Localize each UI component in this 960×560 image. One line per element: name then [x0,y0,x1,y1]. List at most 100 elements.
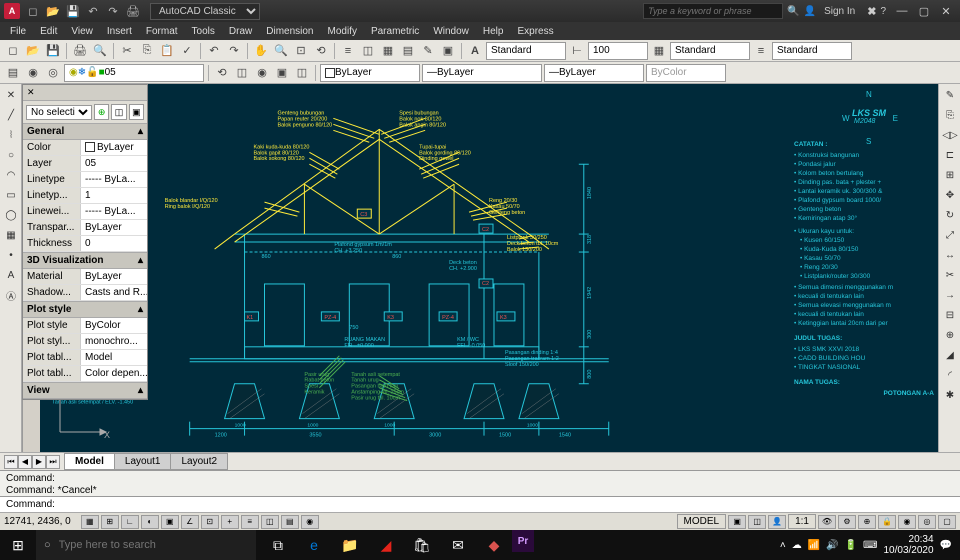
grid-toggle[interactable]: ⊞ [101,515,119,529]
text-icon[interactable]: A [2,266,20,284]
open-icon[interactable]: 📂 [24,42,42,60]
copy-obj-icon[interactable]: ⎘ [941,106,959,124]
search-icon[interactable]: 🔍 [787,6,799,17]
save-icon[interactable]: 💾 [44,42,62,60]
sign-in-link[interactable]: Sign In [824,6,855,17]
dim-select[interactable]: 100 [588,42,648,60]
line-icon[interactable]: ╱ [2,106,20,124]
paste-icon[interactable]: 📋 [158,42,176,60]
isolate-icon[interactable]: ◎ [918,515,936,529]
chamfer-icon[interactable]: ◢ [941,346,959,364]
menu-view[interactable]: View [65,24,99,39]
match-icon[interactable]: ✓ [178,42,196,60]
prop-layer-value[interactable]: 05 [81,156,147,171]
tab-layout1[interactable]: Layout1 [114,453,172,470]
task-view-icon[interactable]: ⧉ [260,530,296,560]
osnap-toggle[interactable]: ▣ [161,515,179,529]
cat-plot[interactable]: Plot style▴ [23,301,147,318]
layer-off-icon[interactable]: ◎ [44,64,62,82]
explode-icon[interactable]: ✱ [941,386,959,404]
tpy-toggle[interactable]: ◫ [261,515,279,529]
snap-toggle[interactable]: ▦ [81,515,99,529]
plot-icon[interactable]: 🖨 [71,42,89,60]
tray-clock[interactable]: 20:34 10/03/2020 [883,534,933,556]
start-button[interactable]: ⊞ [0,530,36,560]
rectangle-icon[interactable]: ▭ [2,186,20,204]
layer-iso-icon[interactable]: ◫ [233,64,251,82]
anno-auto-icon[interactable]: ⚙ [838,515,856,529]
menu-modify[interactable]: Modify [322,24,363,39]
prop-shadow-value[interactable]: Casts and R... [81,285,147,300]
status-btn-b[interactable]: ◫ [748,515,766,529]
select-objects-icon[interactable]: ◫ [111,104,126,120]
rotate-icon[interactable]: ↻ [941,206,959,224]
prop-material-value[interactable]: ByLayer [81,269,147,284]
table-icon[interactable]: ▦ [650,42,668,60]
print-icon[interactable]: 🖨 [124,2,142,20]
hatch-icon[interactable]: ▦ [2,226,20,244]
linetype-select[interactable]: — ByLayer [422,64,542,82]
new-icon[interactable]: ◻ [24,2,42,20]
prop-thick-value[interactable]: 0 [81,236,147,251]
tray-battery-icon[interactable]: 🔋 [845,540,857,551]
tray-cloud-icon[interactable]: ☁ [792,540,802,551]
sketchup-icon[interactable]: ◆ [476,530,512,560]
selection-select[interactable]: No selecti [26,105,92,120]
system-tray[interactable]: ˄ ☁ 📶 🔊 🔋 ⌨ 20:34 10/03/2020 💬 [772,534,960,556]
properties-icon[interactable]: ≡ [339,42,357,60]
mline-icon[interactable]: ≡ [752,42,770,60]
open-icon[interactable]: 📂 [44,2,62,20]
layer-state-icon[interactable]: ◉ [24,64,42,82]
new-icon[interactable]: ◻ [4,42,22,60]
hw-accel-icon[interactable]: ◉ [898,515,916,529]
status-scale[interactable]: 1:1 [788,514,816,529]
menu-help[interactable]: Help [477,24,510,39]
taskbar-search[interactable]: ○ [36,530,256,560]
mleader-select[interactable]: Standard [772,42,852,60]
mtext-icon[interactable]: Ⓐ [2,286,20,304]
block-icon[interactable]: ◫ [293,64,311,82]
toggle-pickadd-icon[interactable]: ▣ [129,104,144,120]
layer-mgr-icon[interactable]: ▤ [4,64,22,82]
minimize-icon[interactable]: — [892,3,912,19]
array-icon[interactable]: ⊞ [941,166,959,184]
view-compass[interactable]: N E S W LKS SM M2048 [842,90,898,146]
dc-icon[interactable]: ◫ [359,42,377,60]
close-icon[interactable]: ✕ [936,3,956,19]
lock-icon[interactable]: 🔒 [878,515,896,529]
plotstyle-select[interactable]: ByColor [646,64,726,82]
save-icon[interactable]: 💾 [64,2,82,20]
taskbar-search-input[interactable] [59,539,248,551]
text-icon[interactable]: A [466,42,484,60]
pan-icon[interactable]: ✋ [252,42,270,60]
extend-icon[interactable]: → [941,286,959,304]
tab-first-icon[interactable]: ⏮ [4,455,18,469]
status-btn-c[interactable]: 👤 [768,515,786,529]
cut-icon[interactable]: ✂ [118,42,136,60]
command-input[interactable] [61,499,954,510]
premiere-icon[interactable]: Pr [512,530,534,552]
text-style-select[interactable]: Standard [486,42,566,60]
stretch-icon[interactable]: ↔ [941,246,959,264]
menu-file[interactable]: File [4,24,32,39]
sc-toggle[interactable]: ◉ [301,515,319,529]
edge-icon[interactable]: e [296,530,332,560]
prop-psm-value[interactable]: monochro... [81,334,147,349]
xref-icon[interactable]: ▣ [273,64,291,82]
menu-dimension[interactable]: Dimension [260,24,319,39]
cat-3dviz[interactable]: 3D Visualization▴ [23,252,147,269]
arc-icon[interactable]: ◠ [2,166,20,184]
maximize-icon[interactable]: ▢ [914,3,934,19]
zoom-prev-icon[interactable]: ⟲ [312,42,330,60]
undo-icon[interactable]: ↶ [205,42,223,60]
command-line[interactable]: Command: [0,496,960,512]
ortho-toggle[interactable]: ∟ [121,515,139,529]
layer-select[interactable]: ◉ ❄ 🔓 ■ 05 [64,64,204,82]
zoom-realtime-icon[interactable]: 🔍 [272,42,290,60]
dyn-toggle[interactable]: + [221,515,239,529]
lineweight-select[interactable]: — ByLayer [544,64,644,82]
mirror-icon[interactable]: ◁▷ [941,126,959,144]
tab-next-icon[interactable]: ▶ [32,455,46,469]
help-search-input[interactable] [643,3,783,19]
markup-icon[interactable]: ✎ [419,42,437,60]
